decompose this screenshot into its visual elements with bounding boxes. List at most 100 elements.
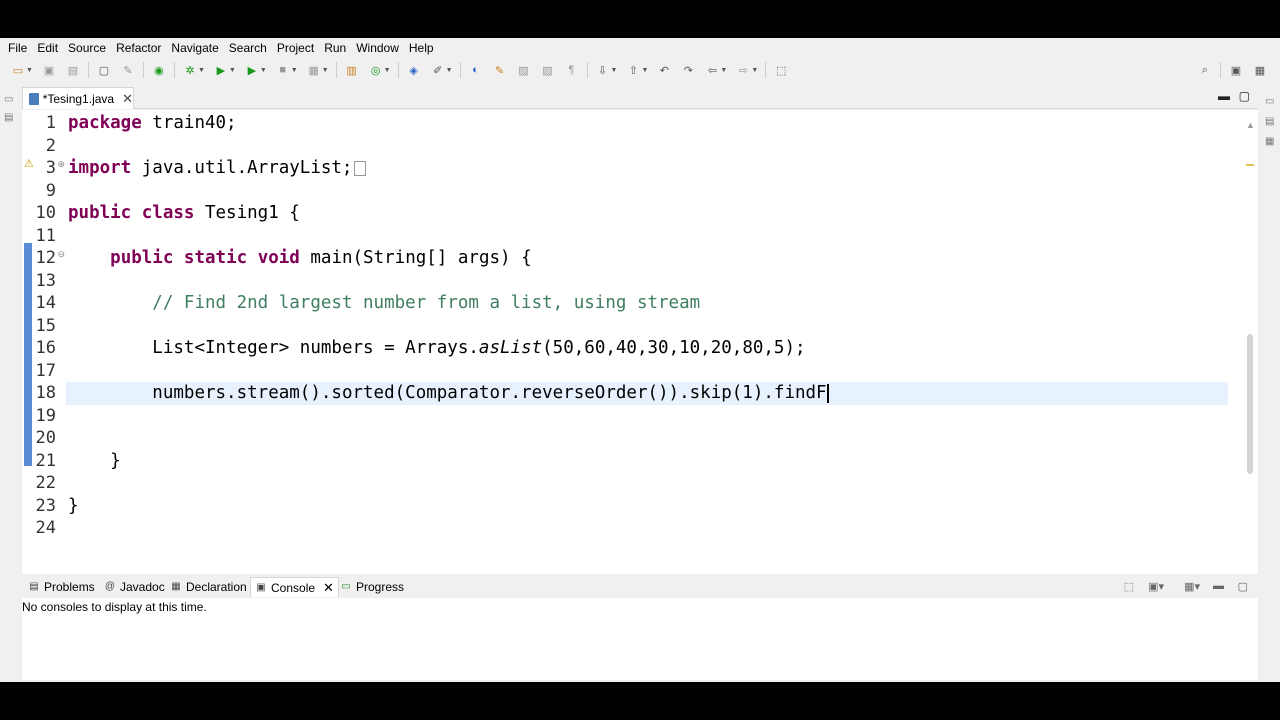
menu-navigate[interactable]: Navigate — [167, 41, 222, 55]
redo-location-icon[interactable]: ↷ — [681, 63, 695, 77]
chevron-down-icon[interactable]: ▼ — [322, 67, 329, 74]
outline-icon[interactable]: ▤ — [1265, 116, 1277, 128]
toggle-breadcrumb-icon[interactable]: ◐ — [469, 63, 483, 77]
tab-javadoc[interactable]: @ Javadoc — [100, 577, 169, 597]
menu-window[interactable]: Window — [352, 41, 403, 55]
maximize-icon[interactable]: ▢ — [1239, 89, 1250, 103]
line-number: 23 — [35, 495, 56, 516]
display-console-icon[interactable]: ▣▾ — [1148, 580, 1164, 593]
code-line: // Find 2nd largest number from a list, … — [68, 292, 1230, 315]
minimize-icon[interactable]: ▬ — [1218, 89, 1230, 103]
save-icon[interactable]: ▣ — [42, 63, 56, 77]
console-panel[interactable]: No consoles to display at this time. — [22, 598, 1258, 680]
pin-console-icon[interactable]: ⬚ — [1124, 580, 1134, 593]
menu-run[interactable]: Run — [320, 41, 350, 55]
editor-tab-tesing1[interactable]: *Tesing1.java ✕ — [22, 87, 134, 109]
stop-icon[interactable]: ■ — [276, 63, 290, 77]
chevron-down-icon[interactable]: ▼ — [611, 67, 618, 74]
overview-ruler-mark[interactable] — [1246, 164, 1254, 166]
fold-expand-icon[interactable]: ⊕ — [57, 159, 65, 170]
chevron-down-icon[interactable]: ▼ — [260, 67, 267, 74]
open-type-icon[interactable]: ◈ — [407, 63, 421, 77]
chevron-down-icon[interactable]: ▼ — [229, 67, 236, 74]
code-text: Tesing1 { — [194, 203, 300, 223]
fold-collapse-icon[interactable]: ⊖ — [57, 249, 65, 260]
package-explorer-icon[interactable]: ▤ — [4, 112, 16, 124]
search-icon[interactable]: ⌕ — [1198, 63, 1212, 77]
word-wrap-icon[interactable]: ▨ — [541, 63, 555, 77]
java-perspective-icon[interactable]: ▦ — [1253, 63, 1267, 77]
terminal-icon[interactable]: ▢ — [97, 63, 111, 77]
tab-label: Progress — [356, 580, 405, 594]
chevron-down-icon[interactable]: ▼ — [446, 67, 453, 74]
menu-bar: File Edit Source Refactor Navigate Searc… — [0, 38, 1280, 58]
external-tools-icon[interactable]: ▦ — [307, 63, 321, 77]
bottom-black-bar — [0, 682, 1280, 720]
toolbar-separator — [1220, 62, 1221, 78]
new-java-package-icon[interactable]: ▥ — [345, 63, 359, 77]
line-number: 1 — [45, 113, 56, 133]
open-console-icon[interactable]: ▦▾ — [1184, 580, 1200, 593]
new-icon[interactable]: ▭ — [11, 63, 25, 77]
line-number-gutter: ⚠ 1 2 3 ⊕ 9 10 11 12 ⊖ 13 14 15 16 17 18… — [22, 110, 66, 580]
tab-problems[interactable]: ▤ Problems — [24, 577, 99, 597]
scrollbar-thumb[interactable] — [1247, 334, 1253, 474]
chevron-down-icon[interactable]: ▼ — [751, 67, 758, 74]
chevron-down-icon[interactable]: ▼ — [291, 67, 298, 74]
line-number: 14 — [35, 293, 56, 313]
restore-icon[interactable]: ▭ — [1265, 96, 1277, 108]
code-text: (50,60,40,30,10,20,80,5); — [542, 338, 806, 358]
menu-search[interactable]: Search — [225, 41, 271, 55]
menu-edit[interactable]: Edit — [33, 41, 62, 55]
keyword: public — [68, 203, 132, 223]
chevron-down-icon[interactable]: ▼ — [384, 67, 391, 74]
run-icon[interactable]: ▶ — [214, 63, 228, 77]
previous-annotation-icon[interactable]: ⇧ — [626, 63, 640, 77]
new-java-class-icon[interactable]: ◎ — [369, 63, 383, 77]
menu-project[interactable]: Project — [273, 41, 318, 55]
vertical-scrollbar[interactable]: ▲ ▼ — [1242, 120, 1258, 584]
next-annotation-icon[interactable]: ⇩ — [596, 63, 610, 77]
scroll-up-icon[interactable]: ▲ — [1246, 120, 1255, 130]
chevron-down-icon[interactable]: ▼ — [641, 67, 648, 74]
toggle-block-selection-icon[interactable]: ▧ — [517, 63, 531, 77]
tab-declaration[interactable]: ▦ Declaration — [166, 577, 251, 597]
debug-icon[interactable]: ✲ — [183, 63, 197, 77]
coverage-icon[interactable]: ◉ — [152, 63, 166, 77]
code-text-area[interactable]: package train40; import java.util.ArrayL… — [66, 110, 1230, 580]
menu-source[interactable]: Source — [64, 41, 110, 55]
tab-label: Problems — [44, 580, 95, 594]
menu-refactor[interactable]: Refactor — [112, 41, 165, 55]
menu-help[interactable]: Help — [405, 41, 438, 55]
minimize-icon[interactable]: ▬ — [1213, 580, 1224, 592]
last-edit-location-icon[interactable]: ↶ — [657, 63, 671, 77]
task-list-icon[interactable]: ▦ — [1265, 136, 1277, 148]
maximize-icon[interactable]: ▢ — [1238, 580, 1248, 593]
forward-icon[interactable]: ⇨ — [736, 63, 750, 77]
open-perspective-icon[interactable]: ▣ — [1229, 63, 1243, 77]
toolbar-separator — [87, 62, 89, 78]
close-icon[interactable]: ✕ — [122, 91, 133, 107]
code-static-method: asList — [478, 338, 543, 358]
chevron-down-icon[interactable]: ▼ — [720, 67, 727, 74]
save-all-icon[interactable]: ▤ — [66, 63, 80, 77]
back-icon[interactable]: ⇦ — [705, 63, 719, 77]
restore-icon[interactable]: ▭ — [4, 94, 16, 106]
close-icon[interactable]: ✕ — [323, 580, 334, 596]
pin-editor-icon[interactable]: ⬚ — [774, 63, 788, 77]
run-last-tool-icon[interactable]: ▶ — [245, 63, 259, 77]
folded-imports-box[interactable] — [354, 160, 367, 176]
main-toolbar: ▭ ▼ ▣ ▤ ▢ ✎ ◉ ✲ ▼ ▶ ▼ ▶ ▼ ■ ▼ ▦ ▼ ▥ ◎ ▼ ◈ ✐ ▼ ◐ … — [0, 59, 1280, 81]
show-whitespace-icon[interactable]: ¶ — [565, 63, 579, 77]
tab-progress[interactable]: ▭ Progress — [336, 577, 408, 597]
line-number: 21 — [35, 450, 56, 471]
code-editor[interactable]: ⚠ 1 2 3 ⊕ 9 10 11 12 ⊖ 13 14 15 16 17 18… — [22, 110, 1258, 604]
menu-file[interactable]: File — [4, 41, 31, 55]
toggle-mark-occurrences-icon[interactable]: ✎ — [493, 63, 507, 77]
search-tool-icon[interactable]: ✐ — [431, 63, 445, 77]
chevron-down-icon[interactable]: ▼ — [26, 67, 33, 74]
skip-breakpoints-icon[interactable]: ✎ — [121, 63, 135, 77]
tab-console[interactable]: ▣ Console ✕ — [250, 577, 339, 597]
chevron-down-icon[interactable]: ▼ — [198, 67, 205, 74]
toolbar-separator — [459, 62, 461, 78]
